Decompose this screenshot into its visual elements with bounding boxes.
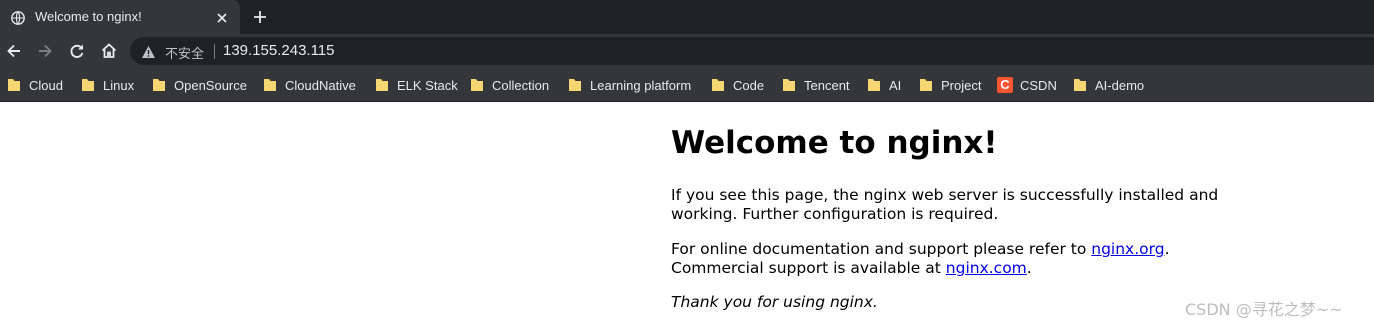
folder-icon [712, 79, 724, 91]
reload-button[interactable] [67, 41, 87, 61]
intro-line-2: working. Further configuration is requir… [671, 205, 999, 223]
bookmark-ai-demo[interactable]: AI-demo [1072, 76, 1144, 94]
bookmark-linux[interactable]: Linux [80, 76, 134, 94]
folder-icon [264, 79, 276, 91]
bookmark-opensource[interactable]: OpenSource [151, 76, 247, 94]
docs-line-2-text: Commercial support is available at [671, 259, 946, 277]
bookmark-project[interactable]: Project [918, 76, 981, 94]
bookmark-label: ELK Stack [397, 77, 458, 93]
close-icon[interactable] [215, 10, 229, 24]
arrow-left-icon [7, 44, 20, 58]
folder-icon [153, 79, 165, 91]
bookmark-tencent[interactable]: Tencent [781, 76, 850, 94]
nginx-org-link[interactable]: nginx.org [1091, 240, 1164, 258]
bookmark-ai[interactable]: AI [866, 76, 901, 94]
folder-icon [920, 79, 932, 91]
folder-icon [783, 79, 795, 91]
folder-icon [376, 79, 388, 91]
docs-line-2-period: . [1026, 259, 1032, 277]
nginx-com-link[interactable]: nginx.com [946, 259, 1027, 277]
bookmark-label: CSDN [1020, 77, 1057, 93]
bookmark-learning-platform[interactable]: Learning platform [567, 76, 691, 94]
folder-icon [1074, 79, 1086, 91]
intro-line-1: If you see this page, the nginx web serv… [671, 186, 1219, 204]
home-icon [101, 43, 117, 58]
url-text[interactable]: 139.155.243.115 [223, 42, 335, 59]
tab-title: Welcome to nginx! [35, 9, 142, 24]
bookmark-label: Linux [103, 77, 135, 93]
arrow-right-icon [39, 44, 52, 58]
thanks-paragraph: Thank you for using nginx. [671, 293, 878, 311]
warning-icon[interactable] [141, 44, 156, 63]
bookmark-label: Project [941, 77, 982, 93]
folder-icon [471, 79, 483, 91]
folder-icon [868, 79, 880, 91]
bookmark-label: Cloud [29, 77, 63, 93]
watermark: CSDN @寻花之梦~~ [1185, 300, 1343, 319]
bookmark-label: CloudNative [285, 77, 356, 93]
bookmark-elk-stack[interactable]: ELK Stack [374, 76, 458, 94]
bookmark-cloudnative[interactable]: CloudNative [262, 76, 356, 94]
security-label[interactable]: 不安全 [165, 43, 204, 62]
intro-paragraph: If you see this page, the nginx web serv… [671, 186, 1218, 224]
folder-icon [569, 79, 581, 91]
page-heading: Welcome to nginx! [671, 125, 998, 161]
bookmark-label: OpenSource [174, 77, 247, 93]
bookmark-code[interactable]: Code [710, 76, 764, 94]
plus-icon [254, 11, 266, 23]
bookmark-collection[interactable]: Collection [469, 76, 549, 94]
folder-icon [8, 79, 20, 91]
tab-strip: Welcome to nginx! [0, 0, 1374, 34]
globe-icon [11, 10, 25, 29]
home-button[interactable] [99, 41, 119, 61]
docs-line-1-period: . [1164, 240, 1170, 258]
address-bar[interactable]: 不安全 139.155.243.115 [130, 37, 1374, 65]
bookmark-label: Learning platform [590, 77, 692, 93]
forward-button[interactable] [35, 41, 55, 61]
docs-line-1-text: For online documentation and support ple… [671, 240, 1092, 258]
active-tab[interactable]: Welcome to nginx! [0, 0, 240, 34]
toolbar: 不安全 139.155.243.115 [0, 34, 1374, 68]
csdn-icon: C [997, 77, 1013, 93]
divider [214, 44, 215, 59]
bookmark-label: Collection [492, 77, 550, 93]
back-button[interactable] [4, 41, 24, 61]
bookmark-cloud[interactable]: Cloud [6, 76, 63, 94]
folder-icon [82, 79, 94, 91]
bookmarks-bar: Cloud Linux OpenSource CloudNative ELK S… [0, 68, 1374, 102]
new-tab-button[interactable] [250, 7, 270, 27]
docs-paragraph: For online documentation and support ple… [671, 240, 1170, 278]
bookmark-label: Code [733, 77, 765, 93]
reload-icon [70, 44, 84, 58]
bookmark-label: AI [889, 77, 902, 93]
bookmark-csdn[interactable]: C CSDN [997, 76, 1057, 94]
bookmark-label: Tencent [804, 77, 850, 93]
bookmark-label: AI-demo [1095, 77, 1145, 93]
